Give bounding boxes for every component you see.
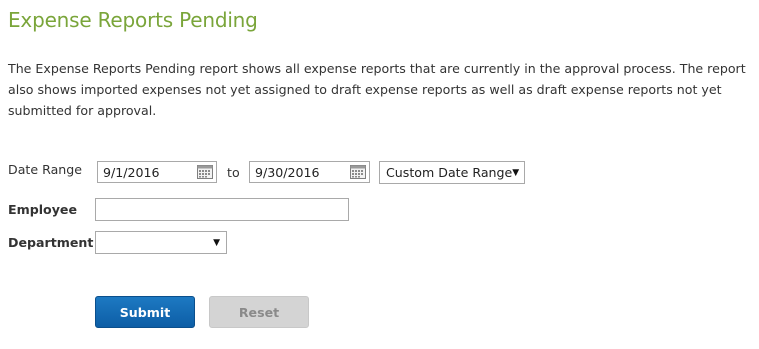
start-date-value: 9/1/2016 (103, 164, 160, 180)
chevron-down-icon: ▼ (213, 237, 220, 248)
date-range-label: Date Range (8, 162, 83, 177)
to-label: to (227, 165, 240, 180)
chevron-down-icon: ▼ (512, 167, 520, 178)
department-label: Department (8, 235, 94, 250)
page-description: The Expense Reports Pending report shows… (8, 61, 746, 118)
start-date-field[interactable]: 9/1/2016 (97, 161, 217, 183)
calendar-icon[interactable] (197, 165, 213, 179)
department-select[interactable]: ▼ (95, 231, 227, 254)
submit-button[interactable]: Submit (95, 296, 195, 328)
calendar-icon[interactable] (350, 165, 366, 179)
date-range-select[interactable]: Custom Date Range ▼ (379, 161, 525, 184)
page-title: Expense Reports Pending (8, 8, 258, 32)
reset-button[interactable]: Reset (209, 296, 309, 328)
employee-label: Employee (8, 202, 78, 217)
date-range-select-value: Custom Date Range (386, 165, 513, 180)
end-date-value: 9/30/2016 (255, 164, 320, 180)
employee-input[interactable] (95, 198, 349, 221)
end-date-field[interactable]: 9/30/2016 (249, 161, 370, 183)
